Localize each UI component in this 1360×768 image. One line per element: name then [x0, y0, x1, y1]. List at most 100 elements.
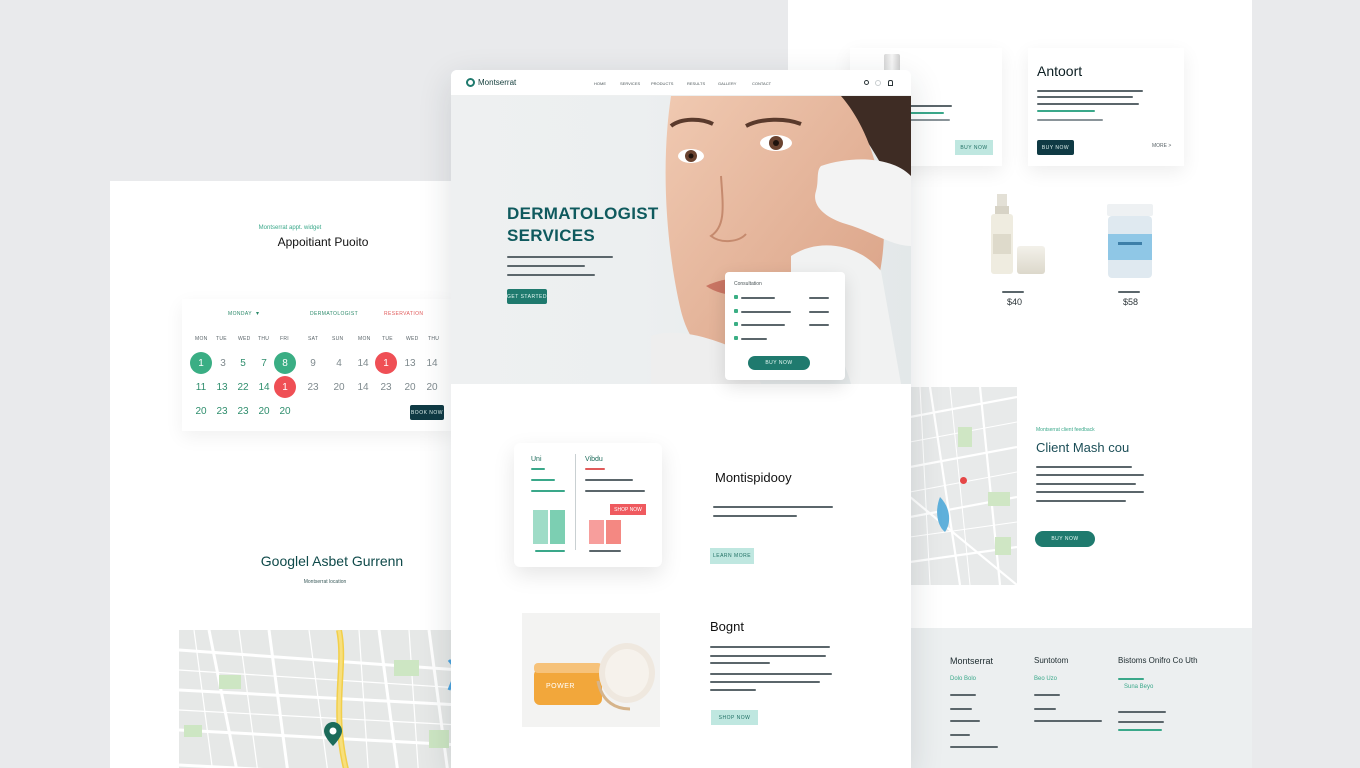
client-map-graphic	[910, 387, 1017, 585]
stats-text-line	[531, 468, 545, 470]
calendar-day[interactable]: 20	[190, 400, 212, 422]
calendar-day[interactable]: 5	[232, 352, 254, 374]
calendar-day[interactable]: 23	[302, 376, 324, 398]
stats-badge[interactable]: SHOP NOW	[610, 504, 646, 515]
calendar-day[interactable]: 20	[399, 376, 421, 398]
calendar-tab-right[interactable]: RESERVATION	[384, 311, 423, 317]
client-map[interactable]	[910, 387, 1017, 585]
section-1-learn-more-button[interactable]: LEARN MORE	[710, 548, 754, 564]
calendar-day-booked[interactable]: 1	[375, 352, 397, 374]
about-buy-button[interactable]: BUY NOW	[1037, 140, 1074, 155]
jar-label: POWER	[546, 683, 575, 690]
footer-text-line	[950, 734, 970, 736]
card-text-line	[809, 297, 829, 299]
footer-link[interactable]: Beo Uzo	[1034, 676, 1057, 682]
nav-item-results[interactable]: RESULTS	[687, 81, 705, 86]
calendar-day[interactable]: 20	[274, 400, 296, 422]
calendar-day[interactable]: 13	[211, 376, 233, 398]
appointment-panel: Montserrat appt. widget Appoitiant Puoit…	[110, 181, 460, 768]
stats-bar	[606, 520, 621, 544]
cart-icon[interactable]	[875, 80, 881, 86]
calendar-day[interactable]: 13	[399, 352, 421, 374]
section-2-text-line	[710, 646, 830, 648]
calendar-day[interactable]: 11	[190, 376, 212, 398]
map-pin-icon[interactable]	[324, 722, 342, 746]
calendar-day[interactable]: 20	[253, 400, 275, 422]
consultation-buy-button[interactable]: BUY NOW	[748, 356, 810, 370]
footer-text-line	[1034, 720, 1102, 722]
calendar-day[interactable]: 20	[328, 376, 350, 398]
footer-text-line	[1118, 678, 1144, 680]
stats-text-line	[531, 490, 565, 492]
client-kicker: Montserrat client feedback	[1036, 427, 1095, 433]
section-2-text-line	[710, 655, 826, 657]
calendar-day[interactable]: 7	[253, 352, 275, 374]
location-map[interactable]	[179, 630, 460, 768]
weekday: SAT	[308, 336, 319, 342]
book-now-button[interactable]: BOOK NOW	[410, 405, 444, 420]
calendar-day-booked[interactable]: 1	[274, 376, 296, 398]
nav-item-products[interactable]: PRODUCTS	[651, 81, 673, 86]
client-buy-button[interactable]: BUY NOW	[1035, 531, 1095, 547]
footer-link[interactable]: Suna Beyo	[1124, 684, 1153, 690]
stats-text-line	[531, 479, 555, 481]
brand-logo-icon	[466, 78, 475, 87]
stats-left-label: Uni	[531, 456, 542, 463]
calendar-day-selected[interactable]: 8	[274, 352, 296, 374]
calendar-day[interactable]: 14	[421, 352, 443, 374]
card-text-line	[741, 338, 767, 340]
section-2-shop-now-button[interactable]: SHOP NOW	[711, 710, 758, 725]
calendar-day[interactable]: 9	[302, 352, 324, 374]
cream-jar-graphic	[534, 643, 655, 711]
stats-bar	[589, 520, 604, 544]
client-text-line	[1036, 474, 1144, 476]
calendar-day[interactable]: 14	[253, 376, 275, 398]
map-title: Googlel Asbet Gurrenn	[260, 553, 404, 569]
search-icon[interactable]	[864, 80, 869, 85]
check-icon	[734, 336, 738, 340]
main-website-panel: Montserrat HOME SERVICES PRODUCTS RESULT…	[451, 70, 911, 768]
weekday: FRI	[280, 336, 289, 342]
footer-text-line	[950, 708, 972, 710]
calendar-day[interactable]: 4	[328, 352, 350, 374]
footer-text-line	[1118, 729, 1162, 731]
calendar-tab-left[interactable]: MONDAY	[228, 311, 252, 317]
nav-item-services[interactable]: SERVICES	[620, 81, 640, 86]
client-text-line	[1036, 483, 1136, 485]
calendar-day[interactable]: 20	[421, 376, 443, 398]
section-1-title: Montispidooy	[715, 470, 792, 485]
chevron-down-icon: ▾	[256, 311, 260, 317]
nav-item-home[interactable]: HOME	[594, 81, 606, 86]
nav-item-gallery[interactable]: GALLERY	[718, 81, 736, 86]
hero-text-line	[507, 265, 585, 267]
calendar-day[interactable]: 22	[232, 376, 254, 398]
footer-text-line	[1034, 694, 1060, 696]
check-icon	[734, 295, 738, 299]
nav-item-contact[interactable]: CONTACT	[752, 81, 771, 86]
calendar-day[interactable]: 23	[375, 376, 397, 398]
map-marker-icon[interactable]	[960, 477, 967, 484]
brand-name[interactable]: Montserrat	[478, 78, 516, 87]
cream-jar-image: POWER	[522, 613, 660, 727]
client-title: Client Mash cou	[1036, 440, 1130, 455]
section-2-text-line	[710, 673, 832, 675]
calendar-day[interactable]: 14	[352, 376, 374, 398]
calendar-day[interactable]: 14	[352, 352, 374, 374]
top-nav	[451, 70, 911, 96]
calendar-day[interactable]: 3	[212, 352, 234, 374]
promo-buy-button[interactable]: BUY NOW	[955, 140, 993, 155]
footer-link[interactable]: Dolo Bolo	[950, 676, 976, 682]
serum-bottle	[986, 194, 1020, 276]
calendar-day[interactable]: 23	[211, 400, 233, 422]
hero-get-started-button[interactable]: GET STARTED	[507, 289, 547, 304]
hero-text-line	[507, 256, 613, 258]
client-text-line	[1036, 500, 1126, 502]
cream-tub	[1104, 204, 1156, 280]
calendar-day[interactable]: 23	[232, 400, 254, 422]
user-icon[interactable]	[888, 80, 893, 86]
calendar-tab-middle[interactable]: DERMATOLOGIST	[310, 311, 358, 317]
about-more-link[interactable]: MORE >	[1152, 143, 1171, 149]
calendar-day-selected[interactable]: 1	[190, 352, 212, 374]
about-title: Antoort	[1037, 63, 1083, 79]
stats-bar	[550, 510, 565, 544]
